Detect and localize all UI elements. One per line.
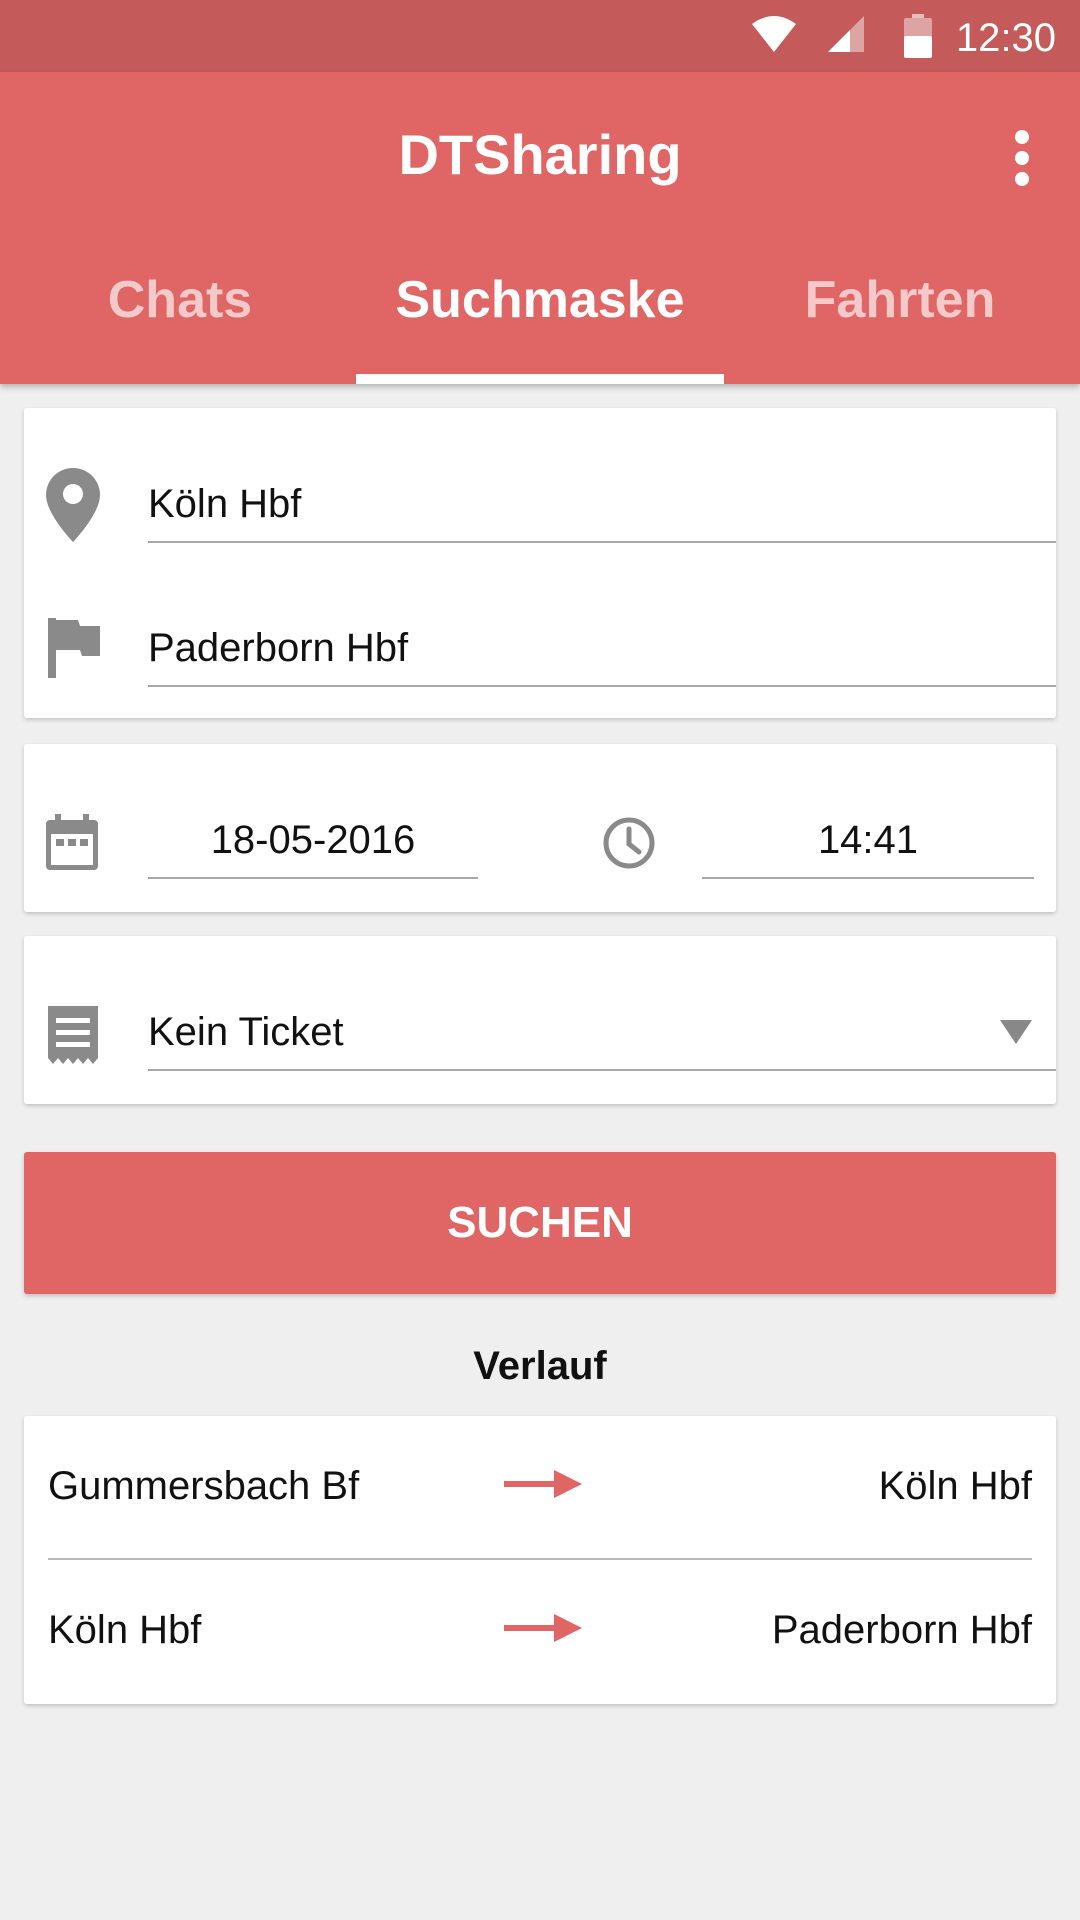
signal-icon — [828, 16, 864, 52]
history-to: Paderborn Hbf — [771, 1608, 1032, 1652]
more-vert-icon[interactable] — [1014, 130, 1030, 186]
receipt-icon — [48, 1006, 98, 1064]
arrow-right-icon — [504, 1470, 582, 1498]
wifi-icon — [752, 16, 796, 52]
history-row[interactable]: Köln Hbf Paderborn Hbf — [24, 1560, 1056, 1704]
app-bar: DTSharing Chats Suchmaske Fahrten — [0, 72, 1080, 384]
tab-fahrten[interactable]: Fahrten — [720, 270, 1080, 330]
status-bar: 12:30 — [0, 0, 1080, 72]
arrow-right-icon — [504, 1614, 582, 1642]
calendar-icon — [46, 814, 98, 870]
date-input[interactable]: 18-05-2016 — [148, 818, 478, 879]
history-from: Gummersbach Bf — [48, 1464, 360, 1508]
history-from: Köln Hbf — [48, 1608, 202, 1652]
dropdown-arrow-icon[interactable] — [1000, 1020, 1032, 1044]
app-title: DTSharing — [398, 123, 682, 186]
location-pin-icon — [46, 468, 100, 542]
datetime-card: 18-05-2016 14:41 — [24, 744, 1056, 912]
history-row[interactable]: Gummersbach Bf Köln Hbf — [24, 1416, 1056, 1560]
tab-suchmaske[interactable]: Suchmaske — [360, 270, 720, 330]
history-title: Verlauf — [473, 1344, 607, 1388]
to-input[interactable]: Paderborn Hbf — [148, 626, 1056, 687]
flag-icon — [48, 618, 100, 678]
from-input[interactable]: Köln Hbf — [148, 482, 1056, 543]
clock-icon — [603, 817, 655, 869]
battery-icon — [904, 14, 932, 58]
time-input[interactable]: 14:41 — [702, 818, 1034, 879]
route-card: Köln Hbf Paderborn Hbf — [24, 408, 1056, 718]
search-button[interactable]: SUCHEN — [24, 1152, 1056, 1294]
status-time: 12:30 — [955, 16, 1056, 60]
tab-indicator — [356, 374, 724, 384]
history-to: Köln Hbf — [878, 1464, 1032, 1508]
tab-chats[interactable]: Chats — [0, 270, 360, 330]
ticket-card: Kein Ticket — [24, 936, 1056, 1104]
ticket-select[interactable]: Kein Ticket — [148, 1010, 1056, 1071]
